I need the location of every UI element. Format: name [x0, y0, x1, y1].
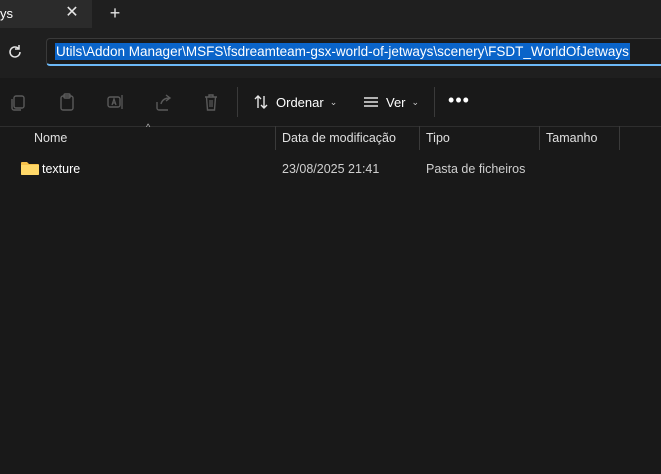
- column-type[interactable]: Tipo: [426, 131, 450, 145]
- paste-icon[interactable]: [56, 91, 78, 113]
- column-divider[interactable]: [419, 126, 420, 150]
- command-bar: Ordenar ⌄ Ver ⌄ •••: [0, 78, 661, 127]
- view-button[interactable]: Ver ⌄: [362, 88, 419, 116]
- address-path[interactable]: Utils\Addon Manager\MSFS\fsdreamteam-gsx…: [55, 43, 630, 60]
- share-icon[interactable]: [152, 91, 174, 113]
- more-options-button[interactable]: •••: [448, 88, 470, 116]
- column-divider[interactable]: [275, 126, 276, 150]
- file-type: Pasta de ficheiros: [426, 162, 526, 176]
- close-tab-icon[interactable]: ✕: [64, 3, 80, 23]
- address-bar[interactable]: Utils\Addon Manager\MSFS\fsdreamteam-gsx…: [46, 38, 661, 66]
- view-icon: [364, 97, 378, 107]
- chevron-down-icon: ⌄: [411, 96, 420, 107]
- sort-button[interactable]: Ordenar ⌄: [252, 88, 337, 116]
- navigation-bar: Utils\Addon Manager\MSFS\fsdreamteam-gsx…: [0, 28, 661, 78]
- delete-icon[interactable]: [200, 91, 222, 113]
- tab-title: ys: [0, 6, 13, 21]
- column-headers: ^ Nome Data de modificação Tipo Tamanho: [0, 122, 661, 150]
- column-divider[interactable]: [539, 126, 540, 150]
- toolbar-separator: [434, 87, 435, 117]
- view-label: Ver: [386, 94, 406, 110]
- column-divider[interactable]: [619, 126, 620, 150]
- title-bar: ys ✕ +: [0, 0, 661, 28]
- tab-current[interactable]: ys ✕: [0, 0, 92, 28]
- new-tab-button[interactable]: +: [106, 3, 124, 23]
- sort-icon: [254, 95, 268, 109]
- toolbar-separator: [237, 87, 238, 117]
- copy-icon[interactable]: [8, 91, 30, 113]
- refresh-icon[interactable]: [5, 42, 25, 62]
- table-row[interactable]: texture 23/08/2025 21:41 Pasta de fichei…: [14, 156, 534, 182]
- chevron-down-icon: ⌄: [329, 96, 338, 107]
- column-date-modified[interactable]: Data de modificação: [282, 131, 396, 145]
- column-size[interactable]: Tamanho: [546, 131, 597, 145]
- file-name[interactable]: texture: [42, 162, 80, 176]
- column-name[interactable]: Nome: [34, 131, 67, 145]
- file-date-modified: 23/08/2025 21:41: [282, 162, 380, 176]
- folder-icon: [21, 162, 39, 175]
- sort-label: Ordenar: [276, 94, 324, 110]
- sort-ascending-icon: ^: [146, 122, 151, 132]
- rename-icon[interactable]: [104, 91, 126, 113]
